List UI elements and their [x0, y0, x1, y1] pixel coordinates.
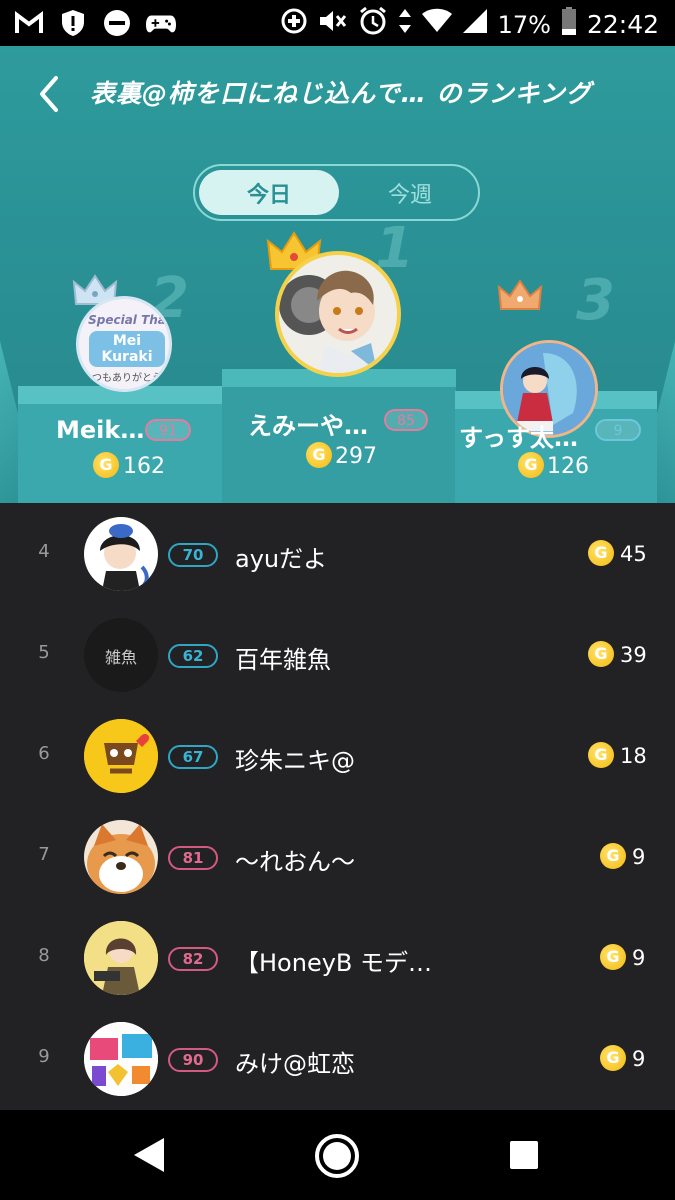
level-badge: 70 [168, 543, 218, 567]
gamepad-icon [146, 8, 176, 38]
list-item[interactable]: 7 81 〜れおん〜 G 9 [0, 806, 675, 907]
home-nav-icon[interactable] [314, 1133, 360, 1183]
avatar-rank-2[interactable]: Special Tha Mei Kuraki つもありがとう [76, 296, 172, 392]
podium-level-2: 91 [145, 419, 191, 441]
avatar-text-2: Special Tha [88, 313, 166, 327]
level-badge: 81 [168, 846, 218, 870]
user-name[interactable]: 〜れおん〜 [235, 842, 355, 877]
avatar-note-2: つもありがとう [92, 373, 162, 384]
wifi-icon [421, 8, 452, 41]
rank-number: 7 [38, 844, 50, 865]
bronze-crown-icon [497, 279, 543, 317]
avatar[interactable] [84, 1022, 158, 1096]
status-bar: 17% 22:42 [0, 0, 675, 46]
user-score: 9 [632, 845, 646, 869]
user-name[interactable]: ayuだよ [235, 539, 327, 574]
avatar-subtext-2: Mei Kuraki [89, 331, 165, 367]
recents-nav-icon[interactable] [508, 1139, 540, 1175]
coin-icon: G [588, 742, 614, 768]
user-name[interactable]: 百年雑魚 [235, 640, 331, 675]
avatar[interactable] [84, 517, 158, 591]
user-score: 39 [620, 643, 647, 667]
user-name[interactable]: みけ@虹恋 [235, 1044, 355, 1079]
coin-icon: G [93, 452, 119, 478]
list-item[interactable]: 9 90 みけ@虹恋 G 9 [0, 1008, 675, 1109]
data-saver-icon [280, 7, 308, 42]
podium-score-3: 126 [547, 454, 589, 479]
podium-score-1: 297 [335, 444, 377, 469]
user-score: 45 [620, 542, 647, 566]
data-transfer-icon [398, 7, 412, 42]
avatar[interactable] [84, 719, 158, 793]
podium-name-2[interactable]: Meik… [56, 416, 144, 444]
podium-number-3: 3 [576, 268, 615, 333]
mute-icon [318, 7, 348, 42]
avatar-rank-1[interactable] [275, 251, 401, 377]
avatar-text: 雑魚 [104, 648, 137, 667]
battery-percent: 17% [497, 10, 551, 39]
podium-level-1: 85 [384, 409, 428, 431]
coin-icon: G [588, 641, 614, 667]
user-name[interactable]: 珍朱ニキ@ [235, 741, 355, 776]
rank-number: 4 [38, 541, 50, 562]
page-title: 表裏@柿を口にねじ込んで… のランキング [90, 79, 592, 108]
podium-name-1[interactable]: えみーや… [248, 406, 368, 441]
alert-shield-icon [58, 8, 88, 38]
gmail-icon [14, 8, 44, 38]
user-score: 9 [632, 946, 646, 970]
rank-number: 6 [38, 743, 50, 764]
ranking-list[interactable]: 4 70 ayuだよ G 45 5 雑魚 62 百年雑魚 G 39 6 67 珍… [0, 503, 675, 1110]
list-item[interactable]: 4 70 ayuだよ G 45 [0, 503, 675, 604]
do-not-disturb-icon [102, 8, 132, 38]
coin-icon: G [306, 442, 332, 468]
level-badge: 90 [168, 1048, 218, 1072]
period-toggle[interactable]: 今日 今週 [193, 164, 480, 221]
alarm-icon [358, 6, 388, 43]
podium-score-2: 162 [123, 454, 165, 479]
tab-week[interactable]: 今週 [345, 170, 475, 215]
battery-icon [561, 6, 577, 43]
user-name[interactable]: 【HoneyB モデ… [235, 943, 432, 978]
podium-name-3[interactable]: すっす太… [459, 418, 578, 453]
navigation-bar [0, 1110, 675, 1200]
coin-icon: G [588, 540, 614, 566]
level-badge: 62 [168, 644, 218, 668]
list-item[interactable]: 8 82 【HoneyB モデ… G 9 [0, 907, 675, 1008]
back-nav-icon[interactable] [130, 1136, 168, 1178]
level-badge: 82 [168, 947, 218, 971]
signal-icon [462, 8, 488, 41]
rank-number: 5 [38, 642, 50, 663]
coin-icon: G [518, 452, 544, 478]
avatar[interactable]: 雑魚 [84, 618, 158, 692]
list-item[interactable]: 5 雑魚 62 百年雑魚 G 39 [0, 604, 675, 705]
back-arrow-icon[interactable] [32, 74, 72, 114]
level-badge: 67 [168, 745, 218, 769]
clock: 22:42 [586, 10, 659, 39]
coin-icon: G [600, 843, 626, 869]
tab-today[interactable]: 今日 [199, 170, 339, 215]
coin-icon: G [600, 1045, 626, 1071]
list-item[interactable]: 6 67 珍朱ニキ@ G 18 [0, 705, 675, 806]
podium-block-2 [18, 386, 223, 503]
rank-number: 8 [38, 945, 50, 966]
rank-number: 9 [38, 1046, 50, 1067]
avatar[interactable] [84, 921, 158, 995]
podium-level-3: 9 [595, 419, 641, 441]
avatar[interactable] [84, 820, 158, 894]
avatar-illustration-1 [279, 270, 381, 373]
coin-icon: G [600, 944, 626, 970]
ranking-header: 表裏@柿を口にねじ込んで… のランキング 今日 今週 2 1 3 Special… [0, 46, 675, 503]
user-score: 18 [620, 744, 647, 768]
user-score: 9 [632, 1047, 646, 1071]
